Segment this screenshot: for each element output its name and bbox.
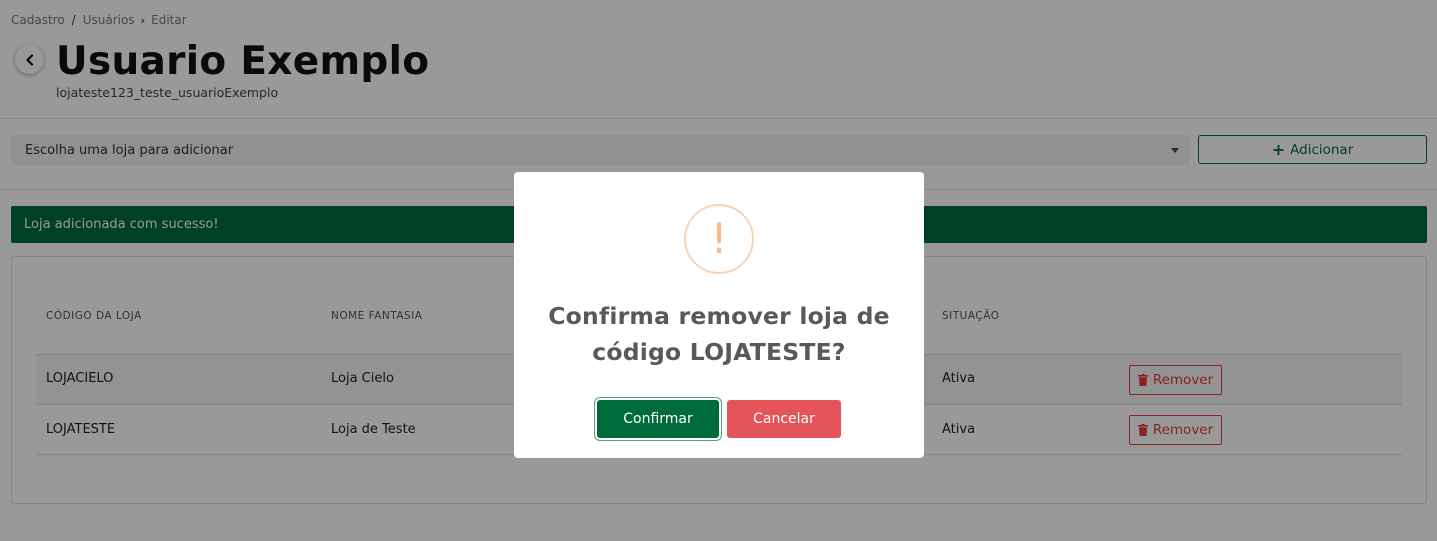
cancel-button[interactable]: Cancelar: [727, 400, 841, 438]
warning-icon: !: [684, 204, 754, 274]
confirm-button[interactable]: Confirmar: [597, 400, 719, 438]
dialog-title: Confirma remover loja de código LOJATEST…: [514, 298, 924, 370]
confirm-remove-dialog: ! Confirma remover loja de código LOJATE…: [514, 172, 924, 458]
dialog-title-line1: Confirma remover loja de: [548, 302, 890, 330]
dialog-title-line2: código LOJATESTE?: [592, 338, 846, 366]
